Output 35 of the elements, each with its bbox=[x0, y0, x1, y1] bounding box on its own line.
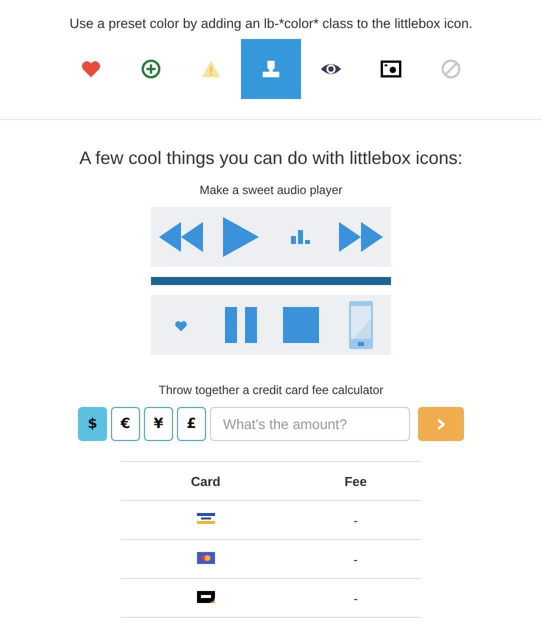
player-tile[interactable] bbox=[331, 295, 391, 355]
table-cell: - bbox=[290, 500, 421, 540]
section-heading: A few cool things you can do with littlebox icons: bbox=[79, 148, 463, 169]
rewind-icon bbox=[159, 222, 203, 252]
calculator-caption: Throw together a credit card fee calculator bbox=[158, 383, 384, 397]
player-caption: Make a sweet audio player bbox=[200, 183, 342, 197]
currency-button[interactable]: £ bbox=[177, 407, 206, 441]
currency-button[interactable]: $ bbox=[78, 407, 107, 441]
intro-text: Use a preset color by adding an lb-*color* class to the littlebox icon. bbox=[70, 16, 472, 31]
pause-icon bbox=[225, 307, 257, 343]
column-header: Card bbox=[121, 462, 290, 500]
warning-icon bbox=[200, 58, 222, 80]
player-tile[interactable] bbox=[331, 207, 391, 267]
bar-chart-icon bbox=[291, 230, 311, 244]
card-icon bbox=[196, 512, 215, 524]
column-header: Fee bbox=[290, 462, 421, 500]
table-cell: - bbox=[290, 540, 421, 578]
plus-circle-icon bbox=[140, 58, 162, 80]
stop-icon bbox=[283, 307, 319, 343]
phone-icon bbox=[349, 301, 373, 349]
user-icon bbox=[260, 58, 282, 80]
amount-field[interactable]: What's the amount? bbox=[210, 407, 410, 441]
card-icon bbox=[196, 552, 215, 564]
play-icon bbox=[223, 217, 259, 257]
currency-button[interactable]: € bbox=[111, 407, 140, 441]
currency-button[interactable]: ¥ bbox=[144, 407, 173, 441]
fast-forward-icon bbox=[339, 222, 383, 252]
camera-icon bbox=[380, 58, 402, 80]
ban-icon bbox=[440, 58, 462, 80]
heart-icon bbox=[174, 318, 188, 332]
player-tile[interactable] bbox=[151, 295, 211, 355]
player-tile[interactable] bbox=[151, 207, 211, 267]
table-cell: - bbox=[290, 578, 421, 618]
card-icon bbox=[196, 590, 215, 602]
selected-icon-tile[interactable] bbox=[241, 39, 301, 99]
